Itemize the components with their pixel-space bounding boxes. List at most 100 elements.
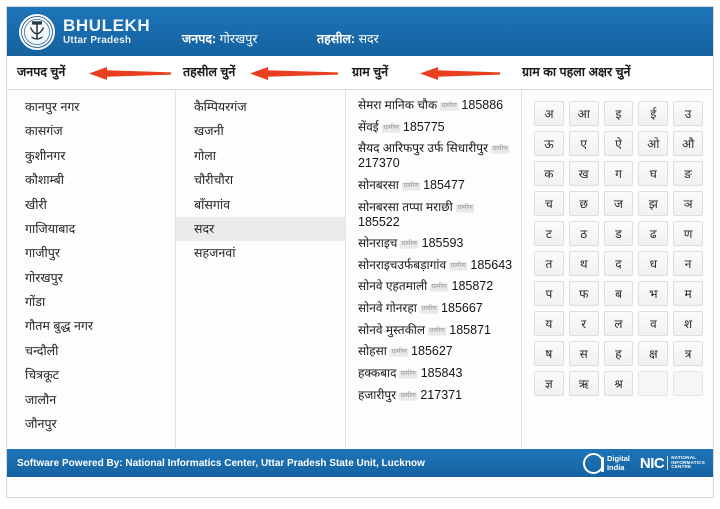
alphabet-key[interactable]: ध bbox=[638, 251, 669, 276]
alphabet-key[interactable]: ए bbox=[568, 131, 599, 156]
alphabet-key[interactable]: व bbox=[638, 311, 669, 336]
village-code: 185775 bbox=[402, 119, 445, 134]
district-item[interactable]: गाजियाबाद bbox=[7, 217, 175, 241]
alphabet-key[interactable]: भ bbox=[638, 281, 669, 306]
alphabet-key[interactable]: ओ bbox=[638, 131, 669, 156]
alphabet-key[interactable]: श्र bbox=[603, 371, 634, 396]
alphabet-key[interactable]: औ bbox=[673, 131, 703, 156]
alphabet-key[interactable]: ऐ bbox=[603, 131, 634, 156]
alphabet-key[interactable]: य bbox=[534, 311, 564, 336]
alphabet-key[interactable]: त्र bbox=[673, 341, 703, 366]
village-code: 185872 bbox=[451, 279, 494, 294]
district-item[interactable]: गोंडा bbox=[7, 290, 175, 314]
alphabet-key[interactable]: म bbox=[673, 281, 703, 306]
district-item[interactable]: कासगंज bbox=[7, 119, 175, 143]
village-name: सोहसा bbox=[358, 344, 387, 359]
alphabet-key[interactable]: ऋ bbox=[568, 371, 599, 396]
alphabet-key[interactable]: ट bbox=[534, 221, 564, 246]
village-name: सोनवे गोनरहा bbox=[358, 301, 417, 315]
alphabet-key[interactable]: ब bbox=[603, 281, 634, 306]
district-item[interactable]: चन्दौली bbox=[7, 339, 175, 363]
tehsil-item[interactable]: सदर bbox=[176, 216, 345, 242]
alphabet-key[interactable]: ख bbox=[568, 161, 599, 186]
district-item[interactable]: जौनपुर bbox=[7, 412, 175, 436]
alphabet-key[interactable]: ई bbox=[638, 101, 669, 126]
alphabet-key[interactable]: थ bbox=[568, 251, 599, 276]
alphabet-key[interactable]: र bbox=[568, 311, 599, 336]
alphabet-key[interactable]: छ bbox=[568, 191, 599, 216]
app-header: BHULEKH Uttar Pradesh जनपद: गोरखपुर तहसी… bbox=[7, 7, 713, 56]
village-item[interactable]: हक्कबाद ग्रामीण 185843 bbox=[346, 363, 521, 385]
alphabet-key[interactable]: इ bbox=[603, 101, 634, 126]
alphabet-key[interactable]: प bbox=[534, 281, 564, 306]
alphabet-key[interactable]: झ bbox=[638, 191, 669, 216]
tehsil-item[interactable]: गोला bbox=[176, 144, 345, 168]
alphabet-key[interactable]: घ bbox=[638, 161, 669, 186]
alphabet-key[interactable]: ह bbox=[603, 341, 634, 366]
district-item[interactable]: कानपुर नगर bbox=[7, 95, 175, 119]
alphabet-key[interactable]: आ bbox=[568, 101, 599, 126]
header-district-label: जनपद: bbox=[182, 32, 217, 46]
alphabet-key-empty bbox=[673, 371, 703, 396]
alphabet-key[interactable]: ल bbox=[603, 311, 634, 336]
alphabet-key[interactable]: क्ष bbox=[638, 341, 669, 366]
alphabet-key[interactable]: ण bbox=[673, 221, 703, 246]
village-name: सैयद आरिफपुर उर्फ सिधारीपुर bbox=[358, 141, 488, 156]
alphabet-key[interactable]: ढ bbox=[638, 221, 669, 246]
district-item[interactable]: गोरखपुर bbox=[7, 266, 175, 290]
tehsil-item[interactable]: बाँसगांव bbox=[176, 193, 345, 217]
village-item[interactable]: सोनवे एहतमाली ग्रामीण 185872 bbox=[346, 276, 521, 298]
district-item[interactable]: चित्रकूट bbox=[7, 363, 175, 387]
district-item[interactable]: कौशाम्बी bbox=[7, 168, 175, 192]
village-type-tag: ग्रामीण bbox=[381, 123, 401, 133]
alphabet-key[interactable]: ङ bbox=[673, 161, 703, 186]
village-code: 185667 bbox=[441, 301, 483, 315]
village-item[interactable]: सोनवे गोनरहा ग्रामीण 185667 bbox=[346, 298, 521, 320]
village-item[interactable]: सेंवई ग्रामीण 185775 bbox=[346, 117, 521, 139]
district-item[interactable]: गाजीपुर bbox=[7, 241, 175, 265]
alphabet-key[interactable]: द bbox=[603, 251, 634, 276]
alphabet-key[interactable]: स bbox=[568, 341, 599, 366]
alphabet-key[interactable]: ज्ञ bbox=[534, 371, 564, 396]
alphabet-key[interactable]: ष bbox=[534, 341, 564, 366]
alphabet-key[interactable]: ड bbox=[603, 221, 634, 246]
alphabet-key[interactable]: ञ bbox=[673, 191, 703, 216]
alphabet-key[interactable]: ज bbox=[603, 191, 634, 216]
village-item[interactable]: सोहसा ग्रामीण 185627 bbox=[346, 341, 521, 363]
alphabet-key[interactable]: क bbox=[534, 161, 564, 186]
district-item[interactable]: गौतम बुद्ध नगर bbox=[7, 314, 175, 338]
village-item[interactable]: सोनवे मुस्तकील ग्रामीण 185871 bbox=[346, 320, 521, 342]
alphabet-key[interactable]: फ bbox=[568, 281, 599, 306]
village-type-tag: ग्रामीण bbox=[455, 203, 475, 212]
tehsil-item[interactable]: चौरीचौरा bbox=[176, 168, 345, 192]
village-name: सोनराइचउर्फबड़ागांव bbox=[358, 257, 447, 272]
tehsil-item[interactable]: खजनी bbox=[176, 119, 345, 143]
village-item[interactable]: हजारीपुर ग्रामीण 217371 bbox=[346, 385, 521, 407]
alphabet-key[interactable]: ऊ bbox=[534, 131, 564, 156]
village-item[interactable]: सैयद आरिफपुर उर्फ सिधारीपुर ग्रामीण 217370 bbox=[346, 138, 521, 175]
alphabet-key[interactable]: त bbox=[534, 251, 564, 276]
district-item[interactable]: जालौन bbox=[7, 388, 175, 412]
village-name: हजारीपुर bbox=[358, 387, 397, 402]
village-item[interactable]: सोनराइच ग्रामीण 185593 bbox=[346, 233, 521, 255]
alphabet-key[interactable]: च bbox=[534, 191, 564, 216]
alphabet-key[interactable]: श bbox=[673, 311, 703, 336]
alphabet-column: अआइईउऊएऐओऔकखगघङचछजझञटठडढणतथदधनपफबभमयरलवश… bbox=[521, 89, 713, 449]
village-item[interactable]: सोनराइचउर्फबड़ागांव ग्रामीण 185643 bbox=[346, 255, 521, 277]
alphabet-key[interactable]: ग bbox=[603, 161, 634, 186]
tehsil-column: कैम्पियरगंज खजनी गोला चौरीचौरा बाँसगांव सदर सह… bbox=[175, 89, 345, 449]
village-item[interactable]: सोनबरसा तप्पा मराछी ग्रामीण 185522 bbox=[346, 197, 521, 234]
district-item[interactable]: कुशीनगर bbox=[7, 144, 175, 168]
pointer-arrow-village-icon bbox=[420, 67, 500, 80]
district-item[interactable]: खीरी bbox=[7, 193, 175, 217]
nic-mark-text: NIC bbox=[639, 454, 665, 472]
village-item[interactable]: सोनबरसा ग्रामीण 185477 bbox=[346, 175, 521, 197]
alphabet-key[interactable]: उ bbox=[673, 101, 703, 126]
village-code: 185843 bbox=[420, 365, 463, 380]
tehsil-item[interactable]: कैम्पियरगंज bbox=[176, 95, 345, 119]
alphabet-key[interactable]: ठ bbox=[568, 221, 599, 246]
alphabet-key[interactable]: अ bbox=[534, 101, 564, 126]
tehsil-item[interactable]: सहजनवां bbox=[176, 241, 345, 265]
alphabet-key[interactable]: न bbox=[673, 251, 703, 276]
village-item[interactable]: सेमरा मानिक चौक ग्रामीण 185886 bbox=[346, 95, 521, 117]
